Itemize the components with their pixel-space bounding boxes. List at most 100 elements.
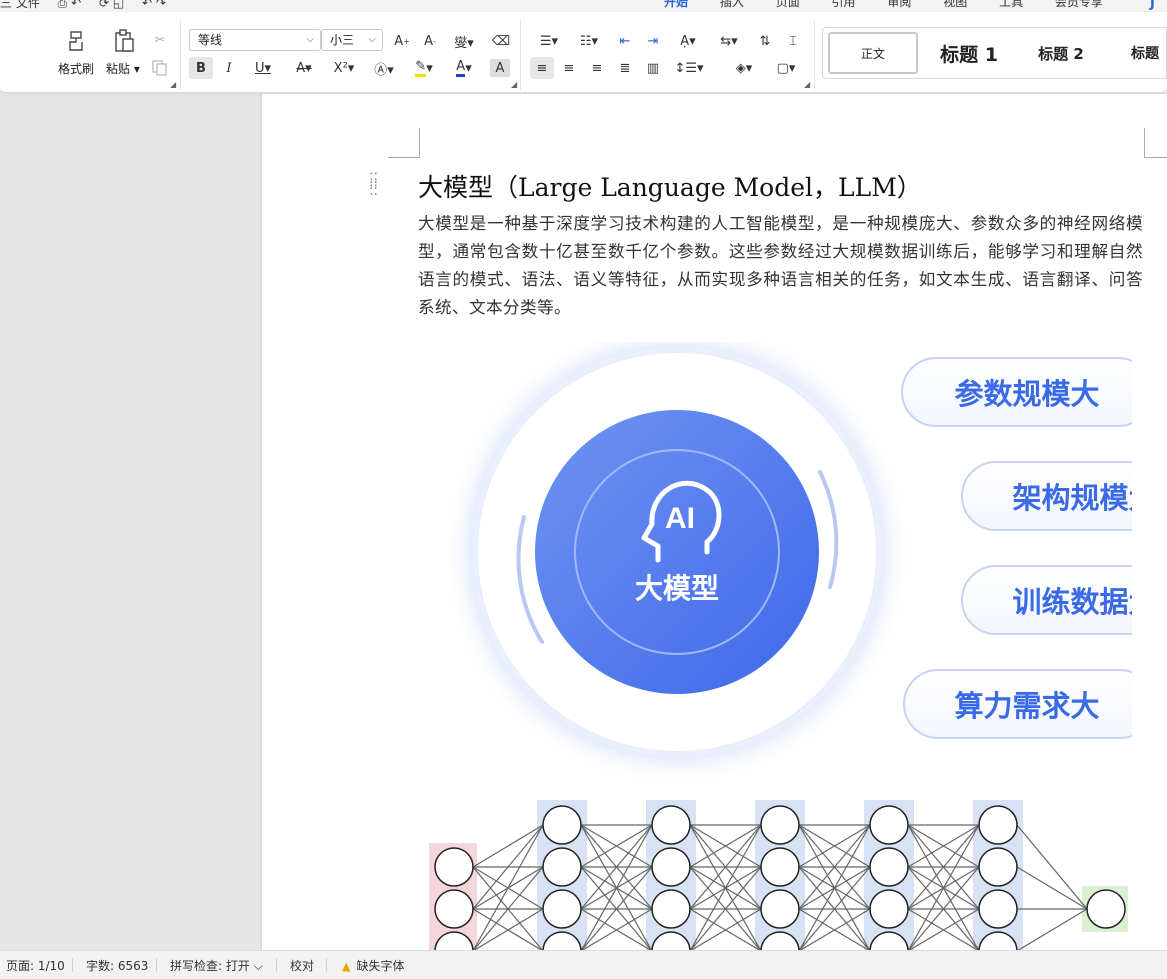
neuron-node (760, 805, 800, 845)
font-size-dropdown[interactable]: 小三 ⌵ (321, 29, 383, 51)
chevron-down-icon: ⌵ (368, 34, 376, 45)
separator (72, 958, 73, 972)
pill-text: 训练数据大 (1012, 585, 1132, 619)
print-preview-icons[interactable]: ⟳ ◱ (99, 0, 124, 10)
text-direction-icon[interactable]: ⇆▾ (714, 31, 744, 51)
style-normal[interactable]: 正文 (828, 32, 918, 74)
copy-icon[interactable] (150, 58, 170, 78)
tab-view[interactable]: 视图 (943, 0, 967, 9)
neuron-node (434, 847, 474, 887)
paste-icon[interactable] (110, 28, 138, 54)
align-right-button[interactable]: ≡ (586, 57, 608, 79)
pill-2: 架构规模大 (961, 461, 1132, 531)
separator (156, 958, 157, 972)
font-expand-icon[interactable]: ◢ (511, 80, 517, 89)
pill-text: 算力需求大 (954, 689, 1099, 723)
neuron-node (651, 805, 691, 845)
style-heading[interactable]: 标题 (1115, 32, 1167, 74)
warning-icon: ▲ (342, 960, 351, 973)
borders-button[interactable]: ▢▾ (770, 57, 802, 79)
neural-network-image[interactable] (427, 794, 1137, 950)
style-heading-1[interactable]: 标题 1 (926, 32, 1012, 74)
clear-format-icon[interactable]: ⌫ (490, 31, 512, 51)
core-circle (535, 410, 819, 694)
increase-indent-icon[interactable]: ⇥ (642, 31, 664, 51)
align-center-button[interactable]: ≡ (558, 57, 580, 79)
paragraph-shading-button[interactable]: ◈▾ (728, 57, 760, 79)
font-name-dropdown[interactable]: 等线 ⌵ (189, 29, 321, 51)
shrink-font-icon[interactable]: A- (420, 31, 440, 51)
tab-page[interactable]: 页面 (776, 0, 800, 9)
neuron-node (542, 889, 582, 929)
tab-member[interactable]: 会员专享 (1055, 0, 1103, 9)
neuron-node (869, 805, 909, 845)
chevron-down-icon: ⌵ (306, 34, 314, 45)
pill-3: 训练数据大 (961, 565, 1132, 635)
ribbon-toolbar: 格式刷 粘贴 ▾ ✂ ◢ 等线 ⌵ 小三 ⌵ A + A- 燮▾ ⌫ B I U▾ A… (0, 12, 1167, 93)
cut-icon[interactable]: ✂ (150, 30, 170, 50)
neuron-node (542, 805, 582, 845)
tab-references[interactable]: 引用 (832, 0, 856, 9)
distribute-button[interactable]: ▥ (642, 57, 664, 79)
word-count[interactable]: 字数: 6563 (86, 957, 148, 974)
highlight-color-button[interactable]: ✎ ▾ (408, 57, 440, 79)
bold-button[interactable]: B (189, 57, 213, 79)
ai-icon-text: AI (665, 502, 695, 535)
sort-icon[interactable]: ⇅ (754, 31, 776, 51)
app-corner-logo: J (1150, 0, 1155, 11)
page-indicator[interactable]: 页面: 1/10 (6, 957, 65, 974)
show-marks-icon[interactable]: ⌶ (782, 31, 804, 51)
document-paragraph[interactable]: 大模型是一种基于深度学习技术构建的人工智能模型，是一种规模庞大、参数众多的神经网… (418, 210, 1143, 322)
ribbon-tabs: 开始 插入 页面 引用 审阅 视图 工具 会员专享 (664, 0, 1131, 10)
separator (180, 20, 181, 90)
tab-review[interactable]: 审阅 (887, 0, 911, 9)
document-heading[interactable]: 大模型（Large Language Model，LLM） (418, 168, 922, 204)
save-undo-icons[interactable]: ⎙ ↶ (58, 0, 81, 10)
underline-button[interactable]: U▾ (248, 57, 278, 79)
style-heading-2[interactable]: 标题 2 (1021, 32, 1101, 74)
quick-access-toolbar: 三 文件 ⎙ ↶ ⟳ ◱ ↶ ↷ (0, 0, 180, 11)
neuron-node (651, 847, 691, 887)
file-menu[interactable]: 三 文件 (0, 0, 40, 10)
justify-button[interactable]: ≣ (614, 57, 636, 79)
decrease-indent-icon[interactable]: ⇤ (614, 31, 636, 51)
neuron-node (434, 889, 474, 929)
separator (276, 958, 277, 972)
tab-tools[interactable]: 工具 (999, 0, 1023, 9)
text-effect-button[interactable]: Ⓐ▾ (368, 57, 400, 79)
tab-home[interactable]: 开始 (664, 0, 688, 9)
chinese-layout-icon[interactable]: Ạ▾ (672, 31, 704, 51)
margin-mark-left (388, 128, 420, 158)
proofread-button[interactable]: 校对 (290, 957, 314, 974)
numbering-icon[interactable]: ☷▾ (574, 31, 604, 51)
line-spacing-button[interactable]: ↕☰▾ (672, 57, 706, 79)
document-page[interactable]: ⁚⁚ ⁚⁚ ⁚⁚ 大模型（Large Language Model，LLM） 大模型… (262, 94, 1167, 950)
chevron-down-icon: ⌵ (253, 959, 263, 973)
neuron-node (978, 805, 1018, 845)
bullets-icon[interactable]: ☰▾ (534, 31, 564, 51)
paragraph-drag-handle-icon[interactable]: ⁚⁚ ⁚⁚ ⁚⁚ (369, 172, 378, 198)
format-painter-icon[interactable] (62, 28, 90, 54)
char-shading-button[interactable]: A (490, 59, 510, 77)
align-left-button[interactable]: ≡ (530, 57, 554, 79)
neuron-node (651, 889, 691, 929)
tab-insert[interactable]: 插入 (720, 0, 744, 9)
grow-font-icon[interactable]: A + (392, 31, 412, 51)
clipboard-expand-icon[interactable]: ◢ (170, 80, 176, 89)
italic-button[interactable]: I (218, 57, 240, 79)
font-color-button[interactable]: A ▾ (448, 57, 480, 79)
phonetic-guide-icon[interactable]: 燮▾ (448, 31, 480, 51)
connection-line (1016, 824, 1088, 910)
format-painter-label[interactable]: 格式刷 (58, 60, 94, 77)
spellcheck-toggle[interactable]: 拼写检查: 打开 ⌵ (170, 957, 263, 974)
undo-redo-icons[interactable]: ↶ ↷ (142, 0, 166, 10)
superscript-button[interactable]: X²▾ (328, 57, 360, 79)
missing-font-indicator[interactable]: ▲ 缺失字体 (342, 957, 404, 974)
separator (814, 20, 815, 90)
llm-infographic-image[interactable]: AI 大模型 参数规模大 架构规模大 训练数据大 算力需求大 (432, 342, 1132, 782)
paste-label[interactable]: 粘贴 ▾ (106, 60, 140, 77)
pill-1: 参数规模大 (901, 357, 1132, 427)
paragraph-expand-icon[interactable]: ◢ (804, 80, 810, 89)
neuron-node (869, 889, 909, 929)
strikethrough-button[interactable]: A▾ (288, 57, 320, 79)
